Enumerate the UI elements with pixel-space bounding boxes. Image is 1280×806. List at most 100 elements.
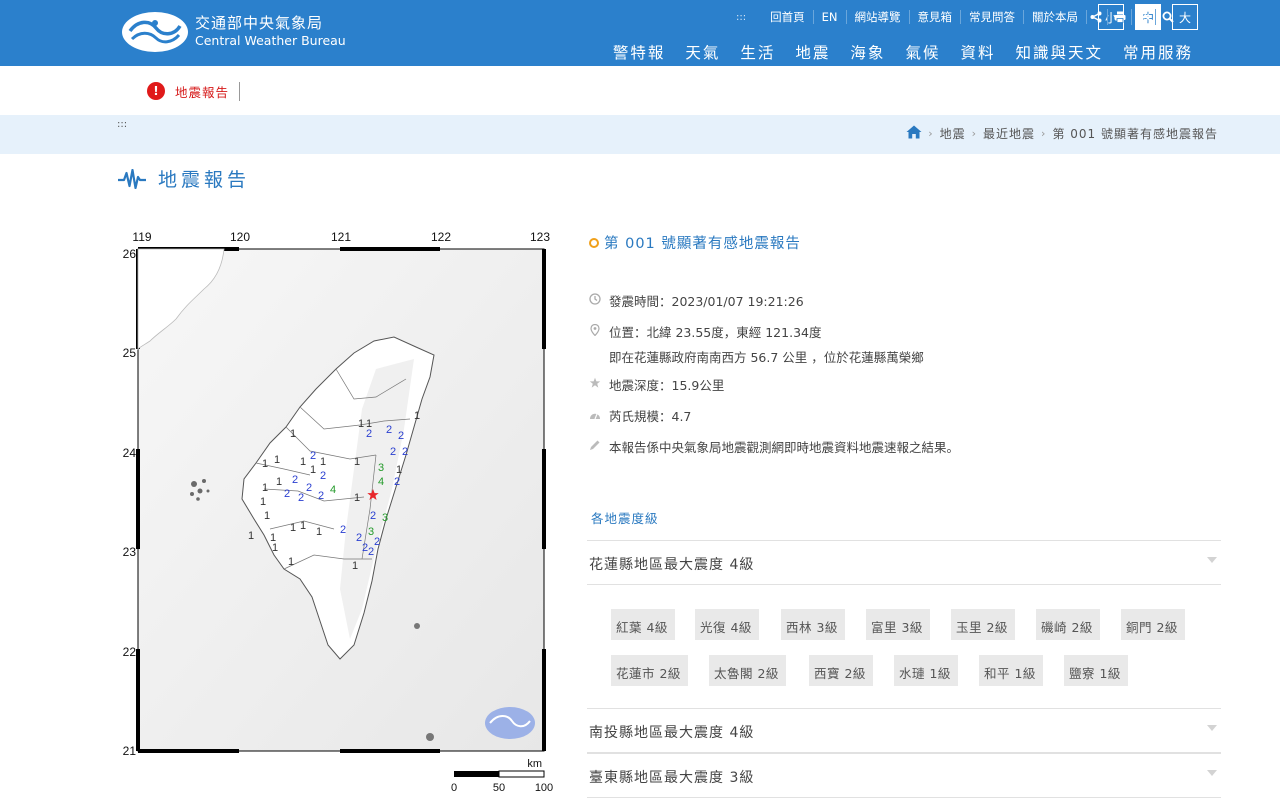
nav-knowledge[interactable]: 知識與天文 <box>1015 41 1103 63</box>
epicenter-location: 位置：北緯 23.55度，東經 121.34度 <box>609 325 822 340</box>
lon-tick-121: 121 <box>331 230 351 244</box>
svg-text:1: 1 <box>272 542 278 554</box>
svg-text:2: 2 <box>318 490 324 502</box>
depth-star-icon <box>589 377 601 389</box>
station-tag: 西林 3級 <box>781 609 845 640</box>
magnitude: 芮氏規模：4.7 <box>609 409 692 424</box>
nav-data[interactable]: 資料 <box>960 41 995 63</box>
nav-warnings[interactable]: 警特報 <box>613 41 666 63</box>
chevron-down-icon <box>1207 557 1217 563</box>
svg-text:1: 1 <box>358 418 364 430</box>
nav-earthquake[interactable]: 地震 <box>795 41 830 63</box>
org-name-en: Central Weather Bureau <box>195 33 346 48</box>
svg-text:1: 1 <box>264 510 270 522</box>
svg-text:4: 4 <box>330 484 336 496</box>
station-tag: 和平 1級 <box>979 655 1043 686</box>
epicenter-relative-location: 即在花蓮縣政府南南西方 56.7 公里 ，位於花蓮縣萬榮鄉 <box>609 350 924 365</box>
svg-text:1: 1 <box>260 496 266 508</box>
pencil-icon <box>589 439 601 451</box>
alert-icon: ! <box>147 82 165 100</box>
link-about[interactable]: 關於本局 <box>1024 10 1087 24</box>
site-header: 交通部中央氣象局 Central Weather Bureau ::: 回首頁 … <box>0 0 1280 66</box>
svg-text:1: 1 <box>276 476 282 488</box>
lon-tick-120: 120 <box>230 230 250 244</box>
link-sitemap[interactable]: 網站導覽 <box>847 10 910 24</box>
accordion-nantou[interactable]: 南投縣地區最大震度 4級 <box>587 708 1221 753</box>
svg-text:1: 1 <box>300 520 306 532</box>
station-tag: 紅葉 4級 <box>611 609 675 640</box>
report-heading: 第 001 號顯著有感地震報告 <box>589 232 801 253</box>
link-feedback[interactable]: 意見箱 <box>910 10 961 24</box>
main-nav: 警特報 天氣 生活 地震 海象 氣候 資料 知識與天文 常用服務 <box>593 41 1193 63</box>
settings-icon[interactable] <box>1132 9 1156 25</box>
info-note: 本報告係中央氣象局地震觀測網即時地震資料地震速報之結果。 <box>589 437 1229 456</box>
link-english[interactable]: EN <box>814 10 847 24</box>
home-icon[interactable] <box>906 125 922 142</box>
station-tag: 鹽寮 1級 <box>1064 655 1128 686</box>
lat-tick-25: 25 <box>123 346 137 360</box>
nav-services[interactable]: 常用服務 <box>1123 41 1193 63</box>
svg-text:2: 2 <box>402 446 408 458</box>
nav-marine[interactable]: 海象 <box>850 41 885 63</box>
intensity-map[interactable]: 11 22 21 34 22 12 23 32 22 22 11 42 22 2… <box>114 229 564 799</box>
accordion-hualien-label: 花蓮縣地區最大震度 4級 <box>589 557 755 573</box>
svg-text:2: 2 <box>390 446 396 458</box>
station-tag: 花蓮市 2級 <box>611 655 688 686</box>
nav-weather[interactable]: 天氣 <box>685 41 720 63</box>
intensity-section-label: 各地震度級 <box>591 511 659 526</box>
svg-text:2: 2 <box>386 424 392 436</box>
breadcrumb-earthquake[interactable]: 地震 <box>940 125 966 142</box>
svg-text:1: 1 <box>300 456 306 468</box>
alert-bar: ! 地震報告 <box>147 81 241 101</box>
svg-text:2: 2 <box>292 474 298 486</box>
page-heading: 地震報告 <box>118 165 250 192</box>
svg-text:1: 1 <box>354 456 360 468</box>
nav-life[interactable]: 生活 <box>740 41 775 63</box>
lat-tick-23: 23 <box>123 545 137 559</box>
chevron-down-icon <box>1207 725 1217 731</box>
svg-text:2: 2 <box>284 488 290 500</box>
search-icon[interactable] <box>1156 9 1180 25</box>
svg-text:2: 2 <box>394 476 400 488</box>
bullet-ring-icon <box>589 237 599 248</box>
accordion-hualien[interactable]: 花蓮縣地區最大震度 4級 <box>587 540 1221 585</box>
accesskey-grip[interactable]: ::: <box>736 12 746 23</box>
report-note: 本報告係中央氣象局地震觀測網即時地震資料地震速報之結果。 <box>609 440 960 455</box>
station-tag: 銅門 2級 <box>1121 609 1185 640</box>
breadcrumb: › 地震 › 最近地震 › 第 001 號顯著有感地震報告 <box>906 125 1218 142</box>
info-location: 位置：北緯 23.55度，東經 121.34度 即在花蓮縣政府南南西方 56.7… <box>589 322 1229 366</box>
lat-tick-24: 24 <box>123 446 137 460</box>
accordion-nantou-label: 南投縣地區最大震度 4級 <box>589 725 755 741</box>
lon-tick-119: 119 <box>132 230 151 244</box>
accordion-taitung[interactable]: 臺東縣地區最大震度 3級 <box>587 753 1221 798</box>
station-tag: 西寶 2級 <box>809 655 873 686</box>
print-icon[interactable] <box>1108 9 1132 25</box>
svg-text:2: 2 <box>370 510 376 522</box>
breadcrumb-current: 第 001 號顯著有感地震報告 <box>1052 127 1218 141</box>
clock-icon <box>589 293 601 305</box>
svg-text:2: 2 <box>340 524 346 536</box>
station-tag: 水璉 1級 <box>894 655 958 686</box>
breadcrumb-recent[interactable]: 最近地震 <box>983 125 1035 142</box>
svg-text:1: 1 <box>352 560 358 572</box>
share-icon[interactable] <box>1084 9 1108 25</box>
station-tag: 光復 4級 <box>695 609 759 640</box>
svg-text:4: 4 <box>378 476 384 488</box>
svg-text:1: 1 <box>262 482 268 494</box>
utility-icons <box>1084 9 1180 25</box>
report-title: 第 001 號顯著有感地震報告 <box>604 236 801 252</box>
link-home[interactable]: 回首頁 <box>762 10 814 24</box>
link-faq[interactable]: 常見問答 <box>961 10 1024 24</box>
accordion-taitung-label: 臺東縣地區最大震度 3級 <box>589 770 755 786</box>
scale-tick-50: 50 <box>493 782 505 794</box>
alert-link[interactable]: 地震報告 <box>175 81 241 101</box>
nav-climate[interactable]: 氣候 <box>905 41 940 63</box>
info-depth: 地震深度：15.9公里 <box>589 375 1229 394</box>
site-logo[interactable]: 交通部中央氣象局 Central Weather Bureau <box>122 10 352 54</box>
svg-text:1: 1 <box>310 464 316 476</box>
lat-tick-21: 21 <box>123 744 137 758</box>
content-accesskey-grip[interactable]: ::: <box>117 119 127 130</box>
scale-tick-0: 0 <box>451 782 457 794</box>
scale-unit: km <box>527 758 542 770</box>
info-time: 發震時間：2023/01/07 19:21:26 <box>589 291 1229 310</box>
